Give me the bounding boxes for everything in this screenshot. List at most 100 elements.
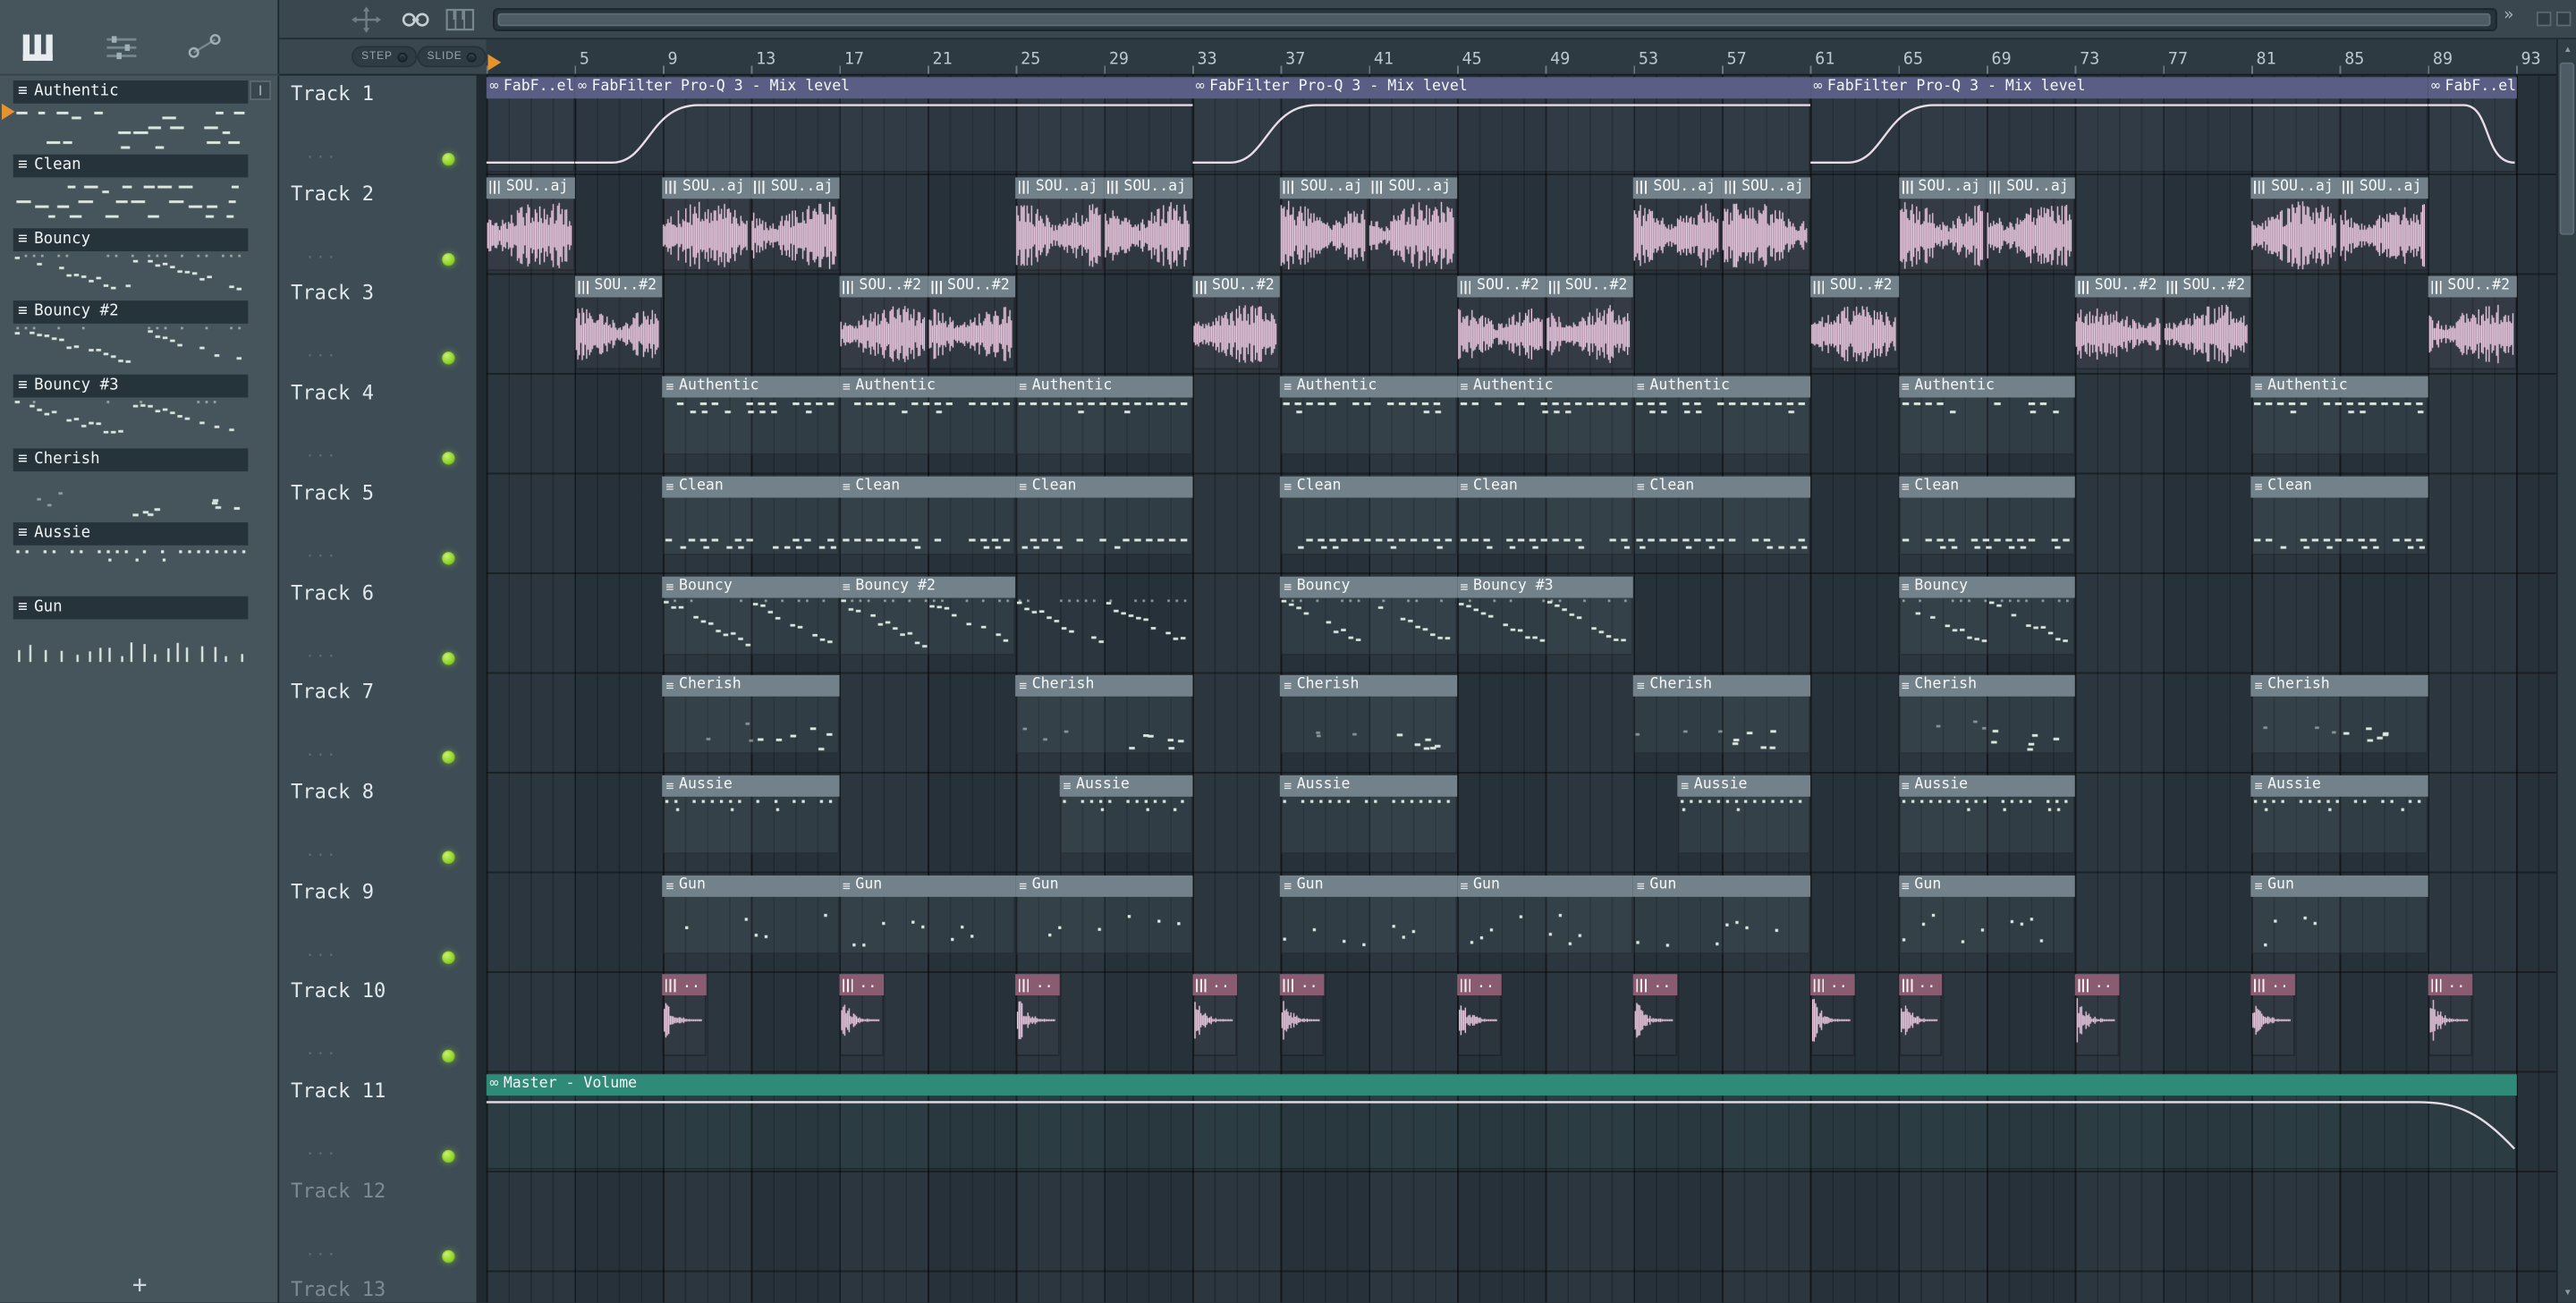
- clean-clip[interactable]: ≡ Clean: [1015, 476, 1193, 555]
- piano-roll-icon[interactable]: [21, 33, 57, 69]
- track-row-3[interactable]: Track 3...: [279, 275, 476, 374]
- track-enable-led[interactable]: [442, 1249, 455, 1263]
- clean-clip[interactable]: ≡ Clean: [663, 476, 840, 555]
- hit-clip[interactable]: ..: [1280, 974, 1326, 1057]
- step-toggle[interactable]: STEP: [352, 46, 418, 68]
- track-options-dots[interactable]: ...: [306, 744, 337, 760]
- authentic-clip[interactable]: ≡ Authentic: [1015, 376, 1193, 455]
- track-enable-led[interactable]: [442, 252, 455, 266]
- sou-aj-clip[interactable]: SOU..aj: [1898, 176, 1987, 271]
- sou-aj-clip[interactable]: SOU..aj: [1104, 176, 1193, 271]
- move-arrows-icon[interactable]: [352, 6, 382, 39]
- sou-2-clip[interactable]: SOU..#2: [928, 276, 1016, 370]
- playback-start-marker[interactable]: [487, 54, 502, 71]
- gun-clip[interactable]: ≡ Gun: [2251, 875, 2428, 954]
- fabfilter-pro-q-3-mix-level-clip[interactable]: ∞ FabFilter Pro-Q 3 - Mix level: [1192, 77, 1810, 173]
- hit-clip[interactable]: ..: [839, 974, 884, 1057]
- horizontal-scrollbar[interactable]: [493, 8, 2497, 31]
- fabf-el-clip[interactable]: ∞ FabF..el: [2428, 77, 2517, 173]
- aussie-clip[interactable]: ≡ Aussie: [1898, 774, 2075, 854]
- gun-clip[interactable]: ≡ Gun: [1280, 875, 1458, 954]
- pattern-clip[interactable]: [1015, 576, 1192, 655]
- track-options-dots[interactable]: ...: [306, 345, 337, 361]
- gun-clip[interactable]: ≡ Gun: [1633, 875, 1810, 954]
- cherish-clip[interactable]: ≡ Cherish: [1015, 675, 1193, 755]
- sou-2-clip[interactable]: SOU..#2: [1545, 276, 1634, 370]
- track-row-9[interactable]: Track 9...: [279, 873, 476, 972]
- track-options-dots[interactable]: ...: [306, 1143, 337, 1159]
- clean-clip[interactable]: ≡ Clean: [1280, 476, 1458, 555]
- sou-2-clip[interactable]: SOU..#2: [2163, 276, 2252, 370]
- track-options-dots[interactable]: ...: [306, 246, 337, 262]
- bouncy-2-clip[interactable]: ≡ Bouncy #2: [839, 575, 1016, 655]
- track-enable-led[interactable]: [442, 1149, 455, 1163]
- master-volume-clip[interactable]: ∞ Master - Volume: [486, 1074, 2517, 1170]
- track-options-dots[interactable]: ...: [306, 445, 337, 461]
- sou-aj-clip[interactable]: SOU..aj: [1722, 176, 1810, 271]
- track-enable-led[interactable]: [442, 351, 455, 366]
- picker-item-aussie[interactable]: ≡ Aussie: [13, 521, 249, 546]
- cherish-clip[interactable]: ≡ Cherish: [1280, 675, 1458, 755]
- track-row-6[interactable]: Track 6...: [279, 574, 476, 673]
- clean-clip[interactable]: ≡ Clean: [1898, 476, 2075, 555]
- track-options-dots[interactable]: ...: [306, 943, 337, 960]
- track-row-5[interactable]: Track 5...: [279, 474, 476, 573]
- sou-aj-clip[interactable]: SOU..aj: [2339, 176, 2428, 271]
- slide-toggle[interactable]: SLIDE: [417, 46, 487, 68]
- clean-clip[interactable]: ≡ Clean: [1457, 476, 1634, 555]
- sou-aj-clip[interactable]: SOU..aj: [2251, 176, 2340, 271]
- track-row-12[interactable]: Track 12...: [279, 1172, 476, 1272]
- track-options-dots[interactable]: ...: [306, 545, 337, 561]
- sou-aj-clip[interactable]: SOU..aj: [1015, 176, 1105, 271]
- cherish-clip[interactable]: ≡ Cherish: [1898, 675, 2075, 755]
- sliders-icon[interactable]: [104, 33, 140, 69]
- slide-knob[interactable]: [467, 51, 478, 62]
- gun-clip[interactable]: ≡ Gun: [663, 875, 840, 954]
- authentic-clip[interactable]: ≡ Authentic: [1633, 376, 1810, 455]
- sou-2-clip[interactable]: SOU..#2: [2074, 276, 2164, 370]
- picker-item-bouncy[interactable]: ≡ Bouncy: [13, 227, 249, 251]
- fabfilter-pro-q-3-mix-level-clip[interactable]: ∞ FabFilter Pro-Q 3 - Mix level: [574, 77, 1193, 173]
- clean-clip[interactable]: ≡ Clean: [839, 476, 1016, 555]
- toolbar-mini-icon[interactable]: [2536, 11, 2552, 27]
- hit-clip[interactable]: ..: [2251, 974, 2296, 1057]
- track-row-4[interactable]: Track 4...: [279, 375, 476, 474]
- track-enable-led[interactable]: [442, 850, 455, 864]
- playlist-grid[interactable]: ∞ FabF..el ∞ FabFilter Pro-Q 3 - Mix level ∞…: [486, 75, 2556, 1303]
- sou-aj-clip[interactable]: SOU..aj: [1368, 176, 1458, 271]
- aussie-clip[interactable]: ≡ Aussie: [663, 774, 840, 854]
- toolbar-mini-icon[interactable]: [2555, 11, 2572, 27]
- step-knob[interactable]: [397, 51, 408, 62]
- fabfilter-pro-q-3-mix-level-clip[interactable]: ∞ FabFilter Pro-Q 3 - Mix level: [1809, 77, 2428, 173]
- automation-node-icon[interactable]: [186, 33, 225, 66]
- authentic-clip[interactable]: ≡ Authentic: [2251, 376, 2428, 455]
- track-options-dots[interactable]: ...: [306, 645, 337, 661]
- bouncy-clip[interactable]: ≡ Bouncy: [663, 575, 840, 655]
- track-enable-led[interactable]: [442, 950, 455, 964]
- track-row-8[interactable]: Track 8...: [279, 774, 476, 873]
- bouncy-clip[interactable]: ≡ Bouncy: [1898, 575, 2075, 655]
- picker-item-cherish[interactable]: ≡ Cherish: [13, 448, 249, 472]
- sou-2-clip[interactable]: SOU..#2: [1192, 276, 1281, 370]
- sou-2-clip[interactable]: SOU..#2: [1809, 276, 1899, 370]
- gun-clip[interactable]: ≡ Gun: [1015, 875, 1193, 954]
- cherish-clip[interactable]: ≡ Cherish: [2251, 675, 2428, 755]
- picker-item-bouncy-3[interactable]: ≡ Bouncy #3: [13, 375, 249, 398]
- track-enable-led[interactable]: [442, 551, 455, 565]
- gun-clip[interactable]: ≡ Gun: [1457, 875, 1634, 954]
- aussie-clip[interactable]: ≡ Aussie: [2251, 774, 2428, 854]
- authentic-clip[interactable]: ≡ Authentic: [1898, 376, 2075, 455]
- scroll-down-icon[interactable]: ▾: [2558, 1282, 2576, 1302]
- bouncy-3-clip[interactable]: ≡ Bouncy #3: [1457, 575, 1634, 655]
- cherish-clip[interactable]: ≡ Cherish: [1633, 675, 1810, 755]
- track-options-dots[interactable]: ...: [306, 1044, 337, 1060]
- authentic-clip[interactable]: ≡ Authentic: [1280, 376, 1458, 455]
- aussie-clip[interactable]: ≡ Aussie: [1280, 774, 1458, 854]
- track-row-2[interactable]: Track 2...: [279, 175, 476, 275]
- authentic-clip[interactable]: ≡ Authentic: [1457, 376, 1634, 455]
- picker-item-bouncy-2[interactable]: ≡ Bouncy #2: [13, 300, 249, 325]
- hit-clip[interactable]: ..: [1015, 974, 1061, 1057]
- track-options-dots[interactable]: ...: [306, 844, 337, 860]
- track-enable-led[interactable]: [442, 750, 455, 765]
- sou-aj-clip[interactable]: SOU..aj: [1987, 176, 2075, 271]
